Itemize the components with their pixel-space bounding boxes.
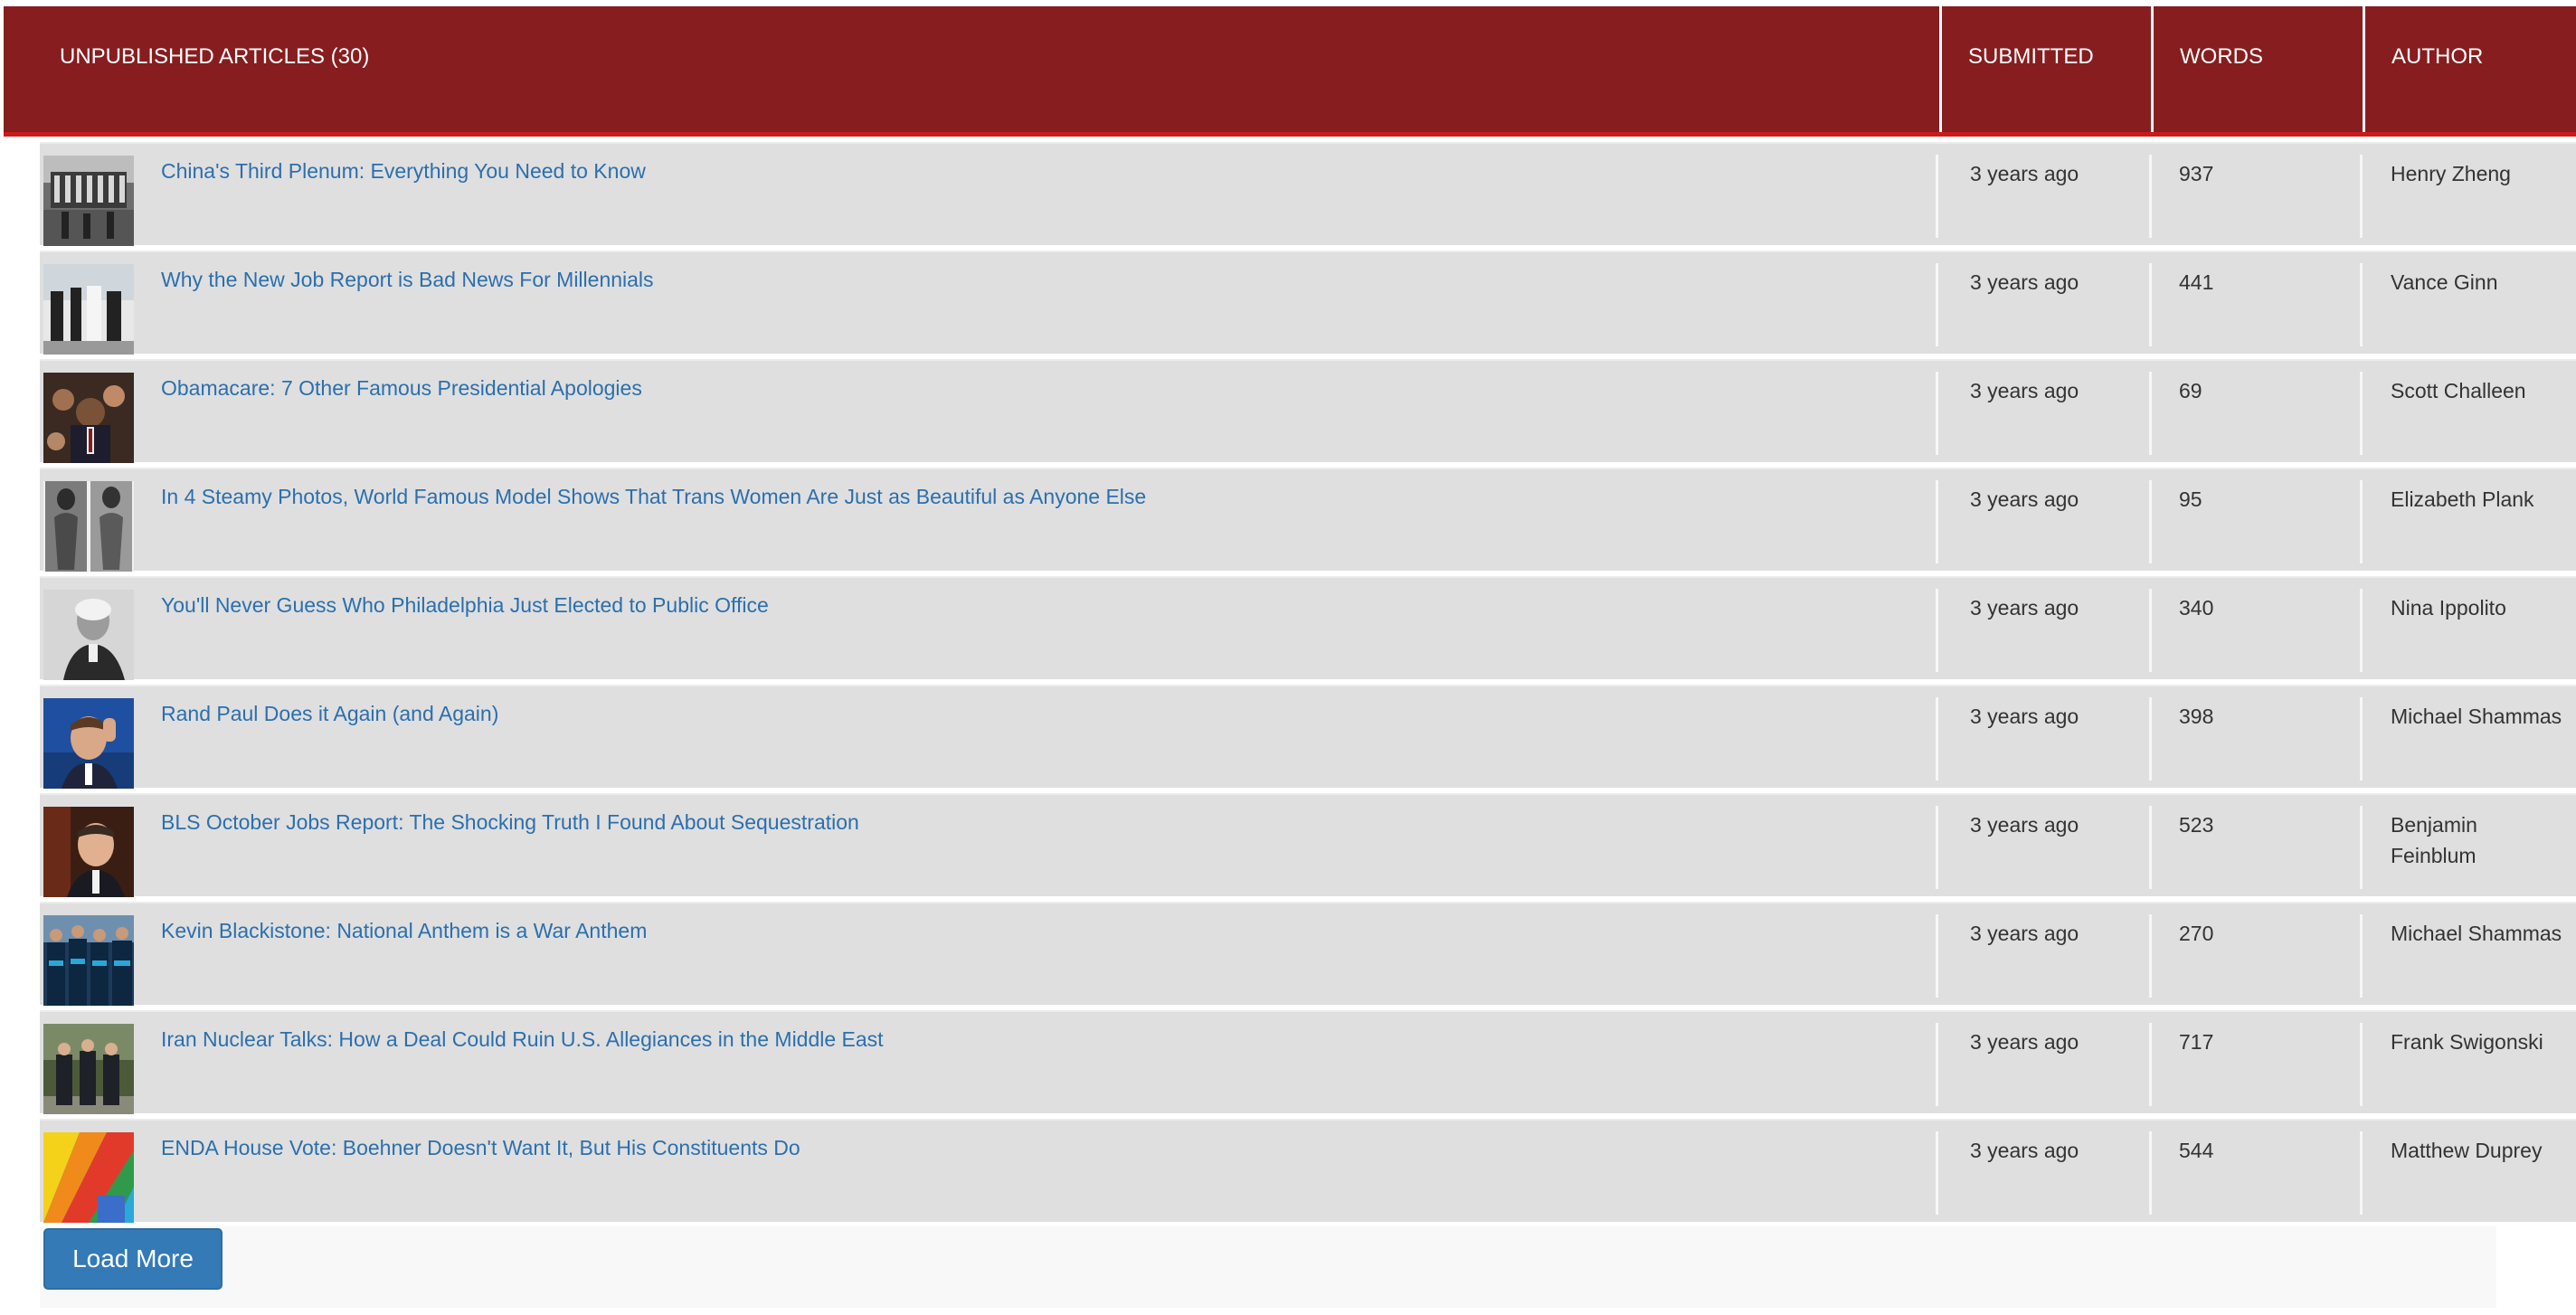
column-divider xyxy=(2149,1023,2152,1106)
table-row: ENDA House Vote: Boehner Doesn't Want It… xyxy=(40,1119,2576,1223)
column-divider xyxy=(2360,914,2363,998)
author-cell[interactable]: Michael Shammas xyxy=(2391,918,2562,949)
author-cell[interactable]: Nina Ippolito xyxy=(2391,592,2562,623)
article-title-link[interactable]: Rand Paul Does it Again (and Again) xyxy=(161,701,498,728)
words-cell: 340 xyxy=(2179,596,2214,620)
article-thumbnail[interactable] xyxy=(43,807,134,897)
column-divider xyxy=(2360,480,2363,563)
submitted-cell: 3 years ago xyxy=(1970,1139,2079,1162)
column-divider xyxy=(1936,480,1938,563)
author-cell[interactable]: Michael Shammas xyxy=(2391,701,2562,732)
article-thumbnail[interactable] xyxy=(43,1024,134,1114)
column-divider xyxy=(2149,697,2152,780)
article-thumbnail[interactable] xyxy=(43,264,134,355)
column-divider xyxy=(2149,914,2152,998)
words-cell: 717 xyxy=(2179,1030,2214,1054)
column-divider xyxy=(2149,155,2152,238)
table-row: Why the New Job Report is Bad News For M… xyxy=(40,251,2576,355)
column-divider xyxy=(1936,914,1938,998)
table-row: Rand Paul Does it Again (and Again) 3 yea… xyxy=(40,685,2576,789)
header-author[interactable]: AUTHOR xyxy=(2363,6,2576,132)
words-cell: 95 xyxy=(2179,487,2202,511)
submitted-cell: 3 years ago xyxy=(1970,379,2079,402)
header-words[interactable]: WORDS xyxy=(2151,6,2363,132)
column-divider xyxy=(1936,589,1938,672)
column-divider xyxy=(2360,1131,2363,1215)
column-divider xyxy=(2149,589,2152,672)
words-cell: 441 xyxy=(2179,270,2214,294)
submitted-cell: 3 years ago xyxy=(1970,162,2079,185)
column-divider xyxy=(1936,263,1938,346)
article-title-link[interactable]: China's Third Plenum: Everything You Nee… xyxy=(161,158,646,185)
submitted-cell: 3 years ago xyxy=(1970,922,2079,945)
author-cell[interactable]: Scott Challeen xyxy=(2391,375,2562,406)
article-thumbnail[interactable] xyxy=(43,373,134,463)
submitted-cell: 3 years ago xyxy=(1970,705,2079,728)
author-cell[interactable]: Vance Ginn xyxy=(2391,267,2562,298)
column-divider xyxy=(2149,372,2152,455)
submitted-cell: 3 years ago xyxy=(1970,813,2079,837)
column-divider xyxy=(2149,806,2152,889)
column-divider xyxy=(2360,806,2363,889)
article-thumbnail[interactable] xyxy=(43,915,134,1006)
column-divider xyxy=(2360,589,2363,672)
column-divider xyxy=(1936,697,1938,780)
table-row: BLS October Jobs Report: The Shocking Tr… xyxy=(40,793,2576,897)
column-divider xyxy=(2149,1131,2152,1215)
words-cell: 270 xyxy=(2179,922,2214,945)
article-title-link[interactable]: Iran Nuclear Talks: How a Deal Could Rui… xyxy=(161,1026,884,1054)
table-row: In 4 Steamy Photos, World Famous Model S… xyxy=(40,468,2576,572)
submitted-cell: 3 years ago xyxy=(1970,1030,2079,1054)
footer-area xyxy=(40,1226,2496,1308)
words-cell: 69 xyxy=(2179,379,2202,402)
words-cell: 937 xyxy=(2179,162,2214,185)
column-divider xyxy=(1936,806,1938,889)
column-divider xyxy=(2360,372,2363,455)
load-more-button[interactable]: Load More xyxy=(43,1228,223,1290)
article-title-link[interactable]: BLS October Jobs Report: The Shocking Tr… xyxy=(161,809,859,837)
article-title-link[interactable]: Why the New Job Report is Bad News For M… xyxy=(161,267,654,294)
column-divider xyxy=(1936,1023,1938,1106)
article-title-link[interactable]: Kevin Blackistone: National Anthem is a … xyxy=(161,918,647,945)
article-thumbnail[interactable] xyxy=(43,590,134,680)
author-cell[interactable]: Frank Swigonski xyxy=(2391,1026,2562,1057)
table-row: You'll Never Guess Who Philadelphia Just… xyxy=(40,576,2576,680)
article-title-link[interactable]: Obamacare: 7 Other Famous Presidential A… xyxy=(161,375,642,402)
article-title-link[interactable]: In 4 Steamy Photos, World Famous Model S… xyxy=(161,484,1146,511)
column-divider xyxy=(2360,263,2363,346)
column-divider xyxy=(2360,697,2363,780)
header-submitted[interactable]: SUBMITTED xyxy=(1939,6,2151,132)
words-cell: 544 xyxy=(2179,1139,2214,1162)
table-row: China's Third Plenum: Everything You Nee… xyxy=(40,142,2576,246)
column-divider xyxy=(1936,155,1938,238)
table-header: UNPUBLISHED ARTICLES (30) SUBMITTED WORD… xyxy=(4,6,2576,137)
header-title: UNPUBLISHED ARTICLES (30) xyxy=(60,44,370,69)
author-cell[interactable]: Benjamin Feinblum xyxy=(2391,809,2562,871)
column-divider xyxy=(1936,1131,1938,1215)
column-divider xyxy=(2149,263,2152,346)
author-cell[interactable]: Matthew Duprey xyxy=(2391,1135,2562,1166)
column-divider xyxy=(2149,480,2152,563)
words-cell: 398 xyxy=(2179,705,2214,728)
column-divider xyxy=(2360,1023,2363,1106)
article-title-link[interactable]: ENDA House Vote: Boehner Doesn't Want It… xyxy=(161,1135,800,1162)
articles-page: UNPUBLISHED ARTICLES (30) SUBMITTED WORD… xyxy=(0,0,2576,1315)
submitted-cell: 3 years ago xyxy=(1970,270,2079,294)
column-divider xyxy=(2360,155,2363,238)
article-thumbnail[interactable] xyxy=(43,481,134,572)
article-thumbnail[interactable] xyxy=(43,698,134,789)
table-row: Iran Nuclear Talks: How a Deal Could Rui… xyxy=(40,1010,2576,1114)
submitted-cell: 3 years ago xyxy=(1970,487,2079,511)
table-row: Obamacare: 7 Other Famous Presidential A… xyxy=(40,359,2576,463)
words-cell: 523 xyxy=(2179,813,2214,837)
article-thumbnail[interactable] xyxy=(43,1132,134,1223)
author-cell[interactable]: Henry Zheng xyxy=(2391,158,2562,189)
table-row: Kevin Blackistone: National Anthem is a … xyxy=(40,902,2576,1006)
author-cell[interactable]: Elizabeth Plank xyxy=(2391,484,2562,515)
article-title-link[interactable]: You'll Never Guess Who Philadelphia Just… xyxy=(161,592,769,620)
column-divider xyxy=(1936,372,1938,455)
article-thumbnail[interactable] xyxy=(43,156,134,246)
submitted-cell: 3 years ago xyxy=(1970,596,2079,620)
